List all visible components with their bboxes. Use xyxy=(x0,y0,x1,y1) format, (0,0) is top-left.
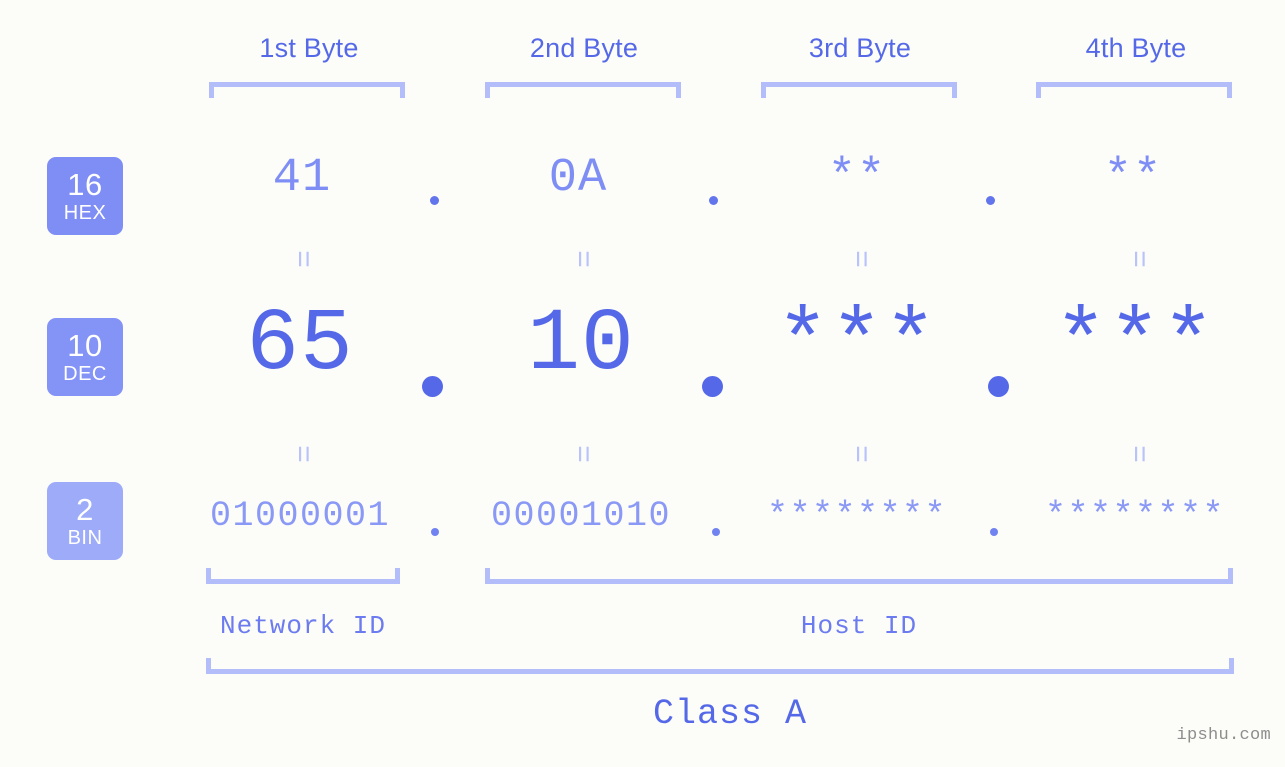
hex-separator-dot-1 xyxy=(430,196,439,205)
hex-byte-4: ** xyxy=(1103,152,1163,205)
dec-byte-4: *** xyxy=(1054,296,1216,395)
base-badge-bin-abbr: BIN xyxy=(67,527,103,549)
equals-sign-hex-dec-3: = xyxy=(842,249,876,268)
bin-byte-3: ******** xyxy=(766,496,948,536)
bin-separator-dot-3 xyxy=(990,528,998,536)
ip-byte-breakdown-diagram: 1st Byte 2nd Byte 3rd Byte 4th Byte 16 H… xyxy=(0,0,1285,767)
byte-header-2: 2nd Byte xyxy=(529,33,639,63)
hex-byte-3: ** xyxy=(827,152,887,205)
equals-sign-hex-dec-4: = xyxy=(1120,249,1154,268)
dec-separator-dot-2 xyxy=(702,376,723,397)
hex-separator-dot-3 xyxy=(986,196,995,205)
byte-header-1: 1st Byte xyxy=(259,33,359,63)
equals-sign-hex-dec-2: = xyxy=(564,249,598,268)
base-badge-hex-number: 16 xyxy=(67,167,103,202)
class-bracket xyxy=(206,658,1234,674)
base-badge-bin: 2 BIN xyxy=(47,482,123,560)
base-badge-dec-number: 10 xyxy=(67,328,103,363)
equals-sign-dec-bin-2: = xyxy=(564,444,598,463)
byte-bracket-1 xyxy=(209,82,405,98)
watermark: ipshu.com xyxy=(1176,726,1271,745)
base-badge-dec: 10 DEC xyxy=(47,318,123,396)
bin-byte-4: ******** xyxy=(1044,496,1226,536)
hex-byte-2: 0A xyxy=(548,152,608,205)
base-badge-dec-abbr: DEC xyxy=(63,363,107,385)
byte-header-3: 3rd Byte xyxy=(808,33,912,63)
byte-bracket-2 xyxy=(485,82,681,98)
dec-byte-2: 10 xyxy=(527,296,635,395)
host-id-label: Host ID xyxy=(800,611,918,641)
bin-byte-1: 01000001 xyxy=(209,496,391,536)
base-badge-hex: 16 HEX xyxy=(47,157,123,235)
bin-byte-2: 00001010 xyxy=(490,496,672,536)
dec-separator-dot-1 xyxy=(422,376,443,397)
byte-bracket-4 xyxy=(1036,82,1232,98)
host-id-bracket xyxy=(485,568,1233,584)
network-id-bracket xyxy=(206,568,400,584)
equals-sign-hex-dec-1: = xyxy=(284,249,318,268)
equals-sign-dec-bin-4: = xyxy=(1120,444,1154,463)
bin-separator-dot-1 xyxy=(431,528,439,536)
base-badge-hex-abbr: HEX xyxy=(63,202,107,224)
base-badge-bin-number: 2 xyxy=(76,492,94,527)
hex-byte-1: 41 xyxy=(272,152,332,205)
equals-sign-dec-bin-3: = xyxy=(842,444,876,463)
dec-separator-dot-3 xyxy=(988,376,1009,397)
class-label: Class A xyxy=(652,694,808,734)
bin-separator-dot-2 xyxy=(712,528,720,536)
hex-separator-dot-2 xyxy=(709,196,718,205)
byte-header-4: 4th Byte xyxy=(1085,33,1187,63)
byte-bracket-3 xyxy=(761,82,957,98)
equals-sign-dec-bin-1: = xyxy=(284,444,318,463)
network-id-label: Network ID xyxy=(219,611,387,641)
dec-byte-3: *** xyxy=(776,296,938,395)
dec-byte-1: 65 xyxy=(246,296,354,395)
